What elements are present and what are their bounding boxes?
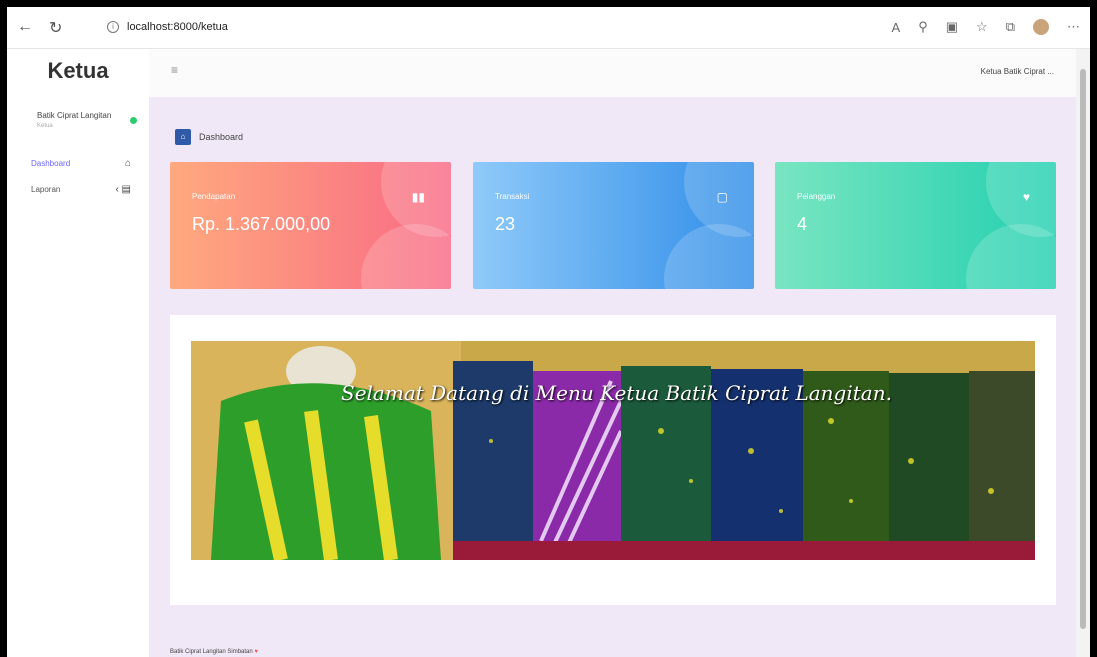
page-scrollbar[interactable] bbox=[1076, 49, 1090, 657]
footer: Batik Ciprat Langitan Simbatan ♥ bbox=[170, 649, 258, 655]
browser-window: ← ↻ i localhost:8000/ketua A ⚲ ▣ ☆ ⧉ ⋯ K… bbox=[7, 7, 1090, 657]
page-header: ⌂ Dashboard bbox=[175, 129, 243, 145]
page-title: Dashboard bbox=[199, 132, 244, 142]
favorites-icon[interactable]: ☆ bbox=[976, 19, 988, 35]
main-content: ≡ Ketua Batik Ciprat ... ⌂ Dashboard Pen… bbox=[149, 49, 1076, 657]
sidebar-item-laporan[interactable]: Laporan ‹ ▤ bbox=[7, 177, 149, 203]
stat-card-pendapatan: Pendapatan Rp. 1.367.000,00 ▮▮ bbox=[170, 162, 451, 289]
batik-banner-image: Selamat Datang di Menu Ketua Batik Cipra… bbox=[191, 341, 1035, 560]
online-status-dot bbox=[130, 117, 137, 124]
welcome-text: Selamat Datang di Menu Ketua Batik Cipra… bbox=[341, 381, 892, 405]
stat-value: 23 bbox=[495, 214, 516, 234]
sidebar-item-dashboard[interactable]: Dashboard ⌂ bbox=[7, 151, 149, 177]
stat-card-pelanggan: Pelanggan 4 ♥ bbox=[775, 162, 1056, 289]
stat-card-transaksi: Transaksi 23 ▢ bbox=[473, 162, 754, 289]
sidebar-item-label: Dashboard bbox=[31, 159, 71, 168]
footer-text: Batik Ciprat Langitan Simbatan bbox=[170, 649, 253, 655]
collections-icon[interactable]: ⧉ bbox=[1006, 19, 1015, 35]
address-bar[interactable]: i localhost:8000/ketua bbox=[107, 21, 228, 33]
stat-label: Transaksi bbox=[495, 192, 530, 201]
profile-avatar[interactable] bbox=[1033, 19, 1049, 35]
menu-toggle-icon[interactable]: ≡ bbox=[171, 63, 178, 77]
zoom-icon[interactable]: ⚲ bbox=[918, 19, 928, 35]
scrollbar-thumb[interactable] bbox=[1080, 69, 1086, 629]
url-text[interactable]: localhost:8000/ketua bbox=[127, 21, 228, 33]
profile-role: Ketua bbox=[37, 123, 53, 129]
heart-icon: ♥ bbox=[254, 649, 258, 655]
stat-label: Pelanggan bbox=[797, 192, 836, 201]
stat-value: Rp. 1.367.000,00 bbox=[192, 214, 331, 234]
profile-name: Batik Ciprat Langitan bbox=[37, 111, 112, 120]
chart-icon: ▮▮ bbox=[411, 190, 425, 204]
sidebar-item-label: Laporan bbox=[31, 185, 61, 194]
topbar: ≡ Ketua Batik Ciprat ... bbox=[149, 49, 1076, 97]
browser-toolbar: ← ↻ i localhost:8000/ketua A ⚲ ▣ ☆ ⧉ ⋯ bbox=[7, 7, 1090, 49]
sidebar-profile: Batik Ciprat Langitan Ketua bbox=[7, 99, 149, 151]
stat-value: 4 bbox=[797, 214, 808, 234]
banner-card: Selamat Datang di Menu Ketua Batik Cipra… bbox=[170, 315, 1056, 605]
more-icon[interactable]: ⋯ bbox=[1067, 19, 1080, 35]
apps-icon[interactable]: ▣ bbox=[946, 19, 958, 35]
stat-label: Pendapatan bbox=[192, 192, 236, 201]
home-icon: ⌂ bbox=[124, 158, 131, 169]
home-icon: ⌂ bbox=[175, 129, 191, 145]
cart-icon: ▢ bbox=[716, 190, 728, 204]
info-icon[interactable]: i bbox=[107, 21, 119, 33]
sidebar: Ketua Batik Ciprat Langitan Ketua Dashbo… bbox=[7, 49, 149, 657]
reload-icon[interactable]: ↻ bbox=[49, 18, 62, 38]
sidebar-brand[interactable]: Ketua bbox=[7, 49, 149, 99]
heart-icon: ♥ bbox=[1022, 190, 1030, 204]
browser-tools: A ⚲ ▣ ☆ ⧉ ⋯ bbox=[892, 19, 1080, 35]
report-icon: ‹ ▤ bbox=[115, 184, 131, 195]
user-menu[interactable]: Ketua Batik Ciprat ... bbox=[981, 67, 1054, 76]
back-icon[interactable]: ← bbox=[17, 18, 33, 36]
read-aloud-icon[interactable]: A bbox=[892, 20, 901, 35]
